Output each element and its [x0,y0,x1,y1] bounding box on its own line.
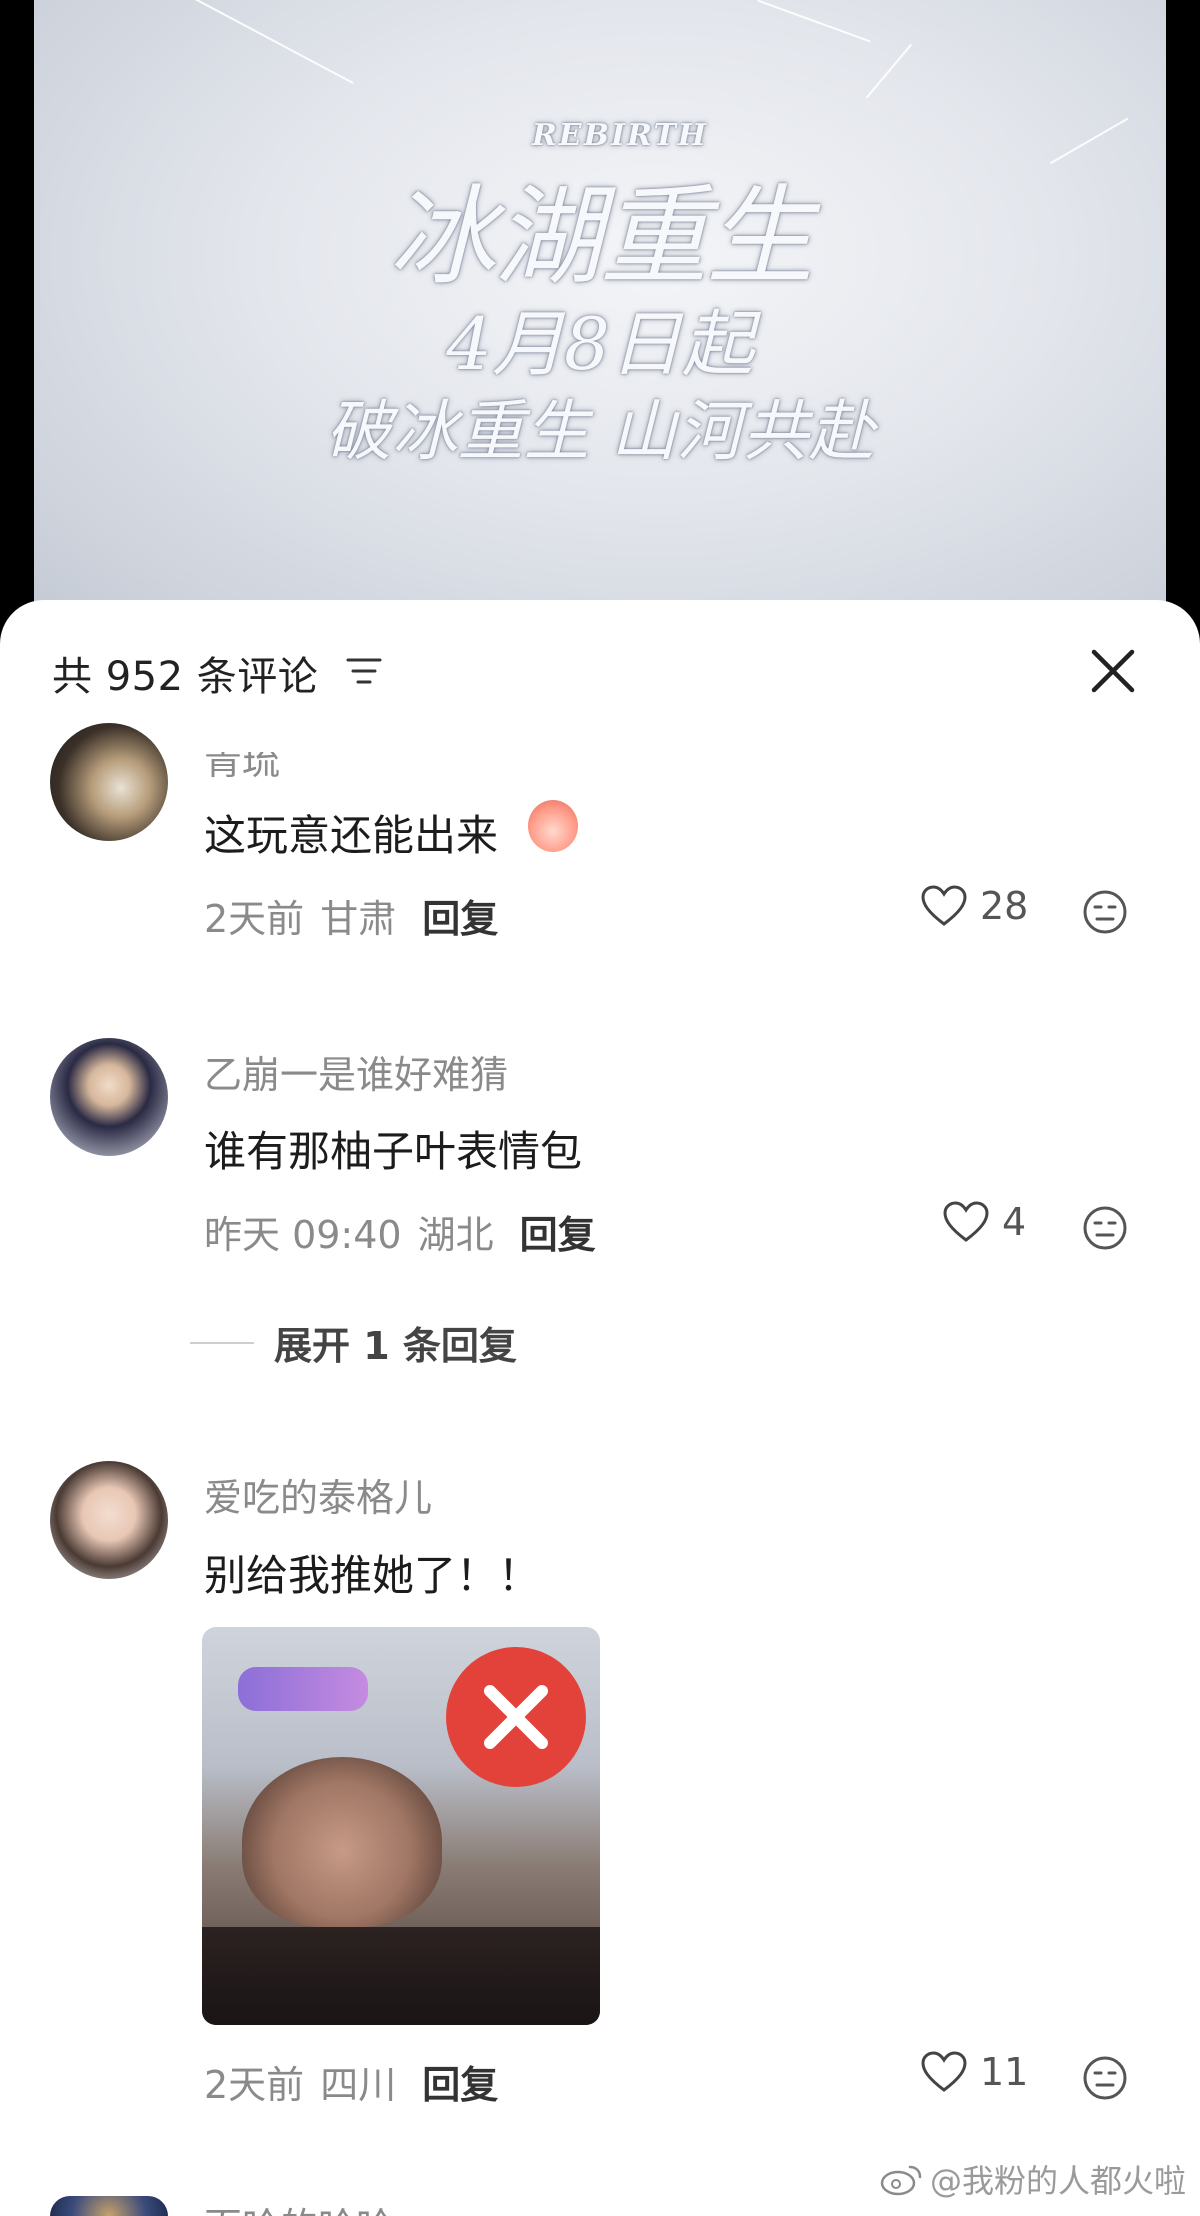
expand-replies-button[interactable]: 展开 1 条回复 [190,1315,517,1370]
video-slogan: 破冰重生 山河共赴 [325,393,875,470]
like-count: 28 [980,884,1029,928]
comment-username[interactable]: 百哈的哈哈 [204,2196,394,2216]
comment-image[interactable] [202,1627,600,2025]
like-count: 4 [1002,1200,1027,1244]
light-streak [757,0,871,43]
avatar[interactable] [50,2196,168,2216]
reply-button[interactable]: 回复 [520,1213,596,1257]
person-shirt [202,1927,600,2025]
comment-location: 湖北 [417,1213,494,1257]
expand-replies-label: 展开 1 条回复 [274,1324,517,1368]
comment-meta: 昨天 09:40 湖北 回复 [204,1204,596,1259]
comment-sheet: 共 952 条评论 [0,600,1200,2216]
sticker-badge [238,1667,368,1711]
reply-button[interactable]: 回复 [422,897,498,941]
avatar[interactable] [50,1461,168,1579]
comment-text: 别给我推她了！！ [204,1551,541,1600]
comment-time: 2天前 [204,897,305,941]
avatar[interactable] [50,723,168,841]
emoji-icon [528,800,578,852]
comment-location: 甘肃 [320,897,397,941]
video-title-en: REBIRTH [531,118,709,153]
weibo-logo-icon [880,2165,922,2196]
comment-username[interactable]: 乙崩一是谁好难猜 [204,1044,508,1099]
comment-time: 2天前 [204,2063,305,2107]
reaction-icon[interactable] [1082,889,1128,935]
video-title-cn: 冰湖重生 [387,175,814,300]
like-button[interactable]: 11 [920,2050,1028,2094]
heart-icon [921,885,967,926]
avatar[interactable] [50,1038,168,1156]
reaction-icon[interactable] [1082,2055,1128,2101]
like-button[interactable]: 4 [942,1200,1026,1244]
comment-username[interactable]: 爱吃的泰格儿 [204,1467,432,1522]
reply-button[interactable]: 回复 [422,2063,498,2107]
video-player[interactable]: REBIRTH 冰湖重生 4月8日起 破冰重生 山河共赴 [34,0,1166,640]
like-button[interactable]: 28 [920,884,1028,928]
reaction-icon[interactable] [1082,1205,1128,1251]
light-streak [865,43,913,99]
person-figure [242,1757,442,1927]
comment-location: 四川 [320,2063,397,2107]
like-count: 11 [980,2050,1029,2094]
comment-count: 共 952 条评论 [52,654,319,700]
comment-text: 这玩意还能出来 [204,811,499,860]
no-sign-icon [446,1647,586,1787]
comment-meta: 2天前 四川 回复 [204,2054,498,2109]
comment-meta: 2天前 甘肃 回复 [204,888,498,943]
close-icon[interactable] [1088,646,1138,696]
comment-time: 昨天 09:40 [204,1213,402,1257]
comment-sheet-header: 共 952 条评论 [0,600,1200,740]
watermark: @我粉的人都火啦 [880,2156,1186,2202]
heart-icon [921,2051,967,2092]
comment-text: 谁有那柚子叶表情包 [204,1127,583,1176]
video-date: 4月8日起 [446,302,754,386]
heart-icon [943,1201,989,1242]
light-streak [194,0,354,85]
divider-line [190,1341,254,1344]
sort-filter-icon[interactable] [346,656,382,686]
watermark-text: @我粉的人都火啦 [929,2162,1186,2200]
